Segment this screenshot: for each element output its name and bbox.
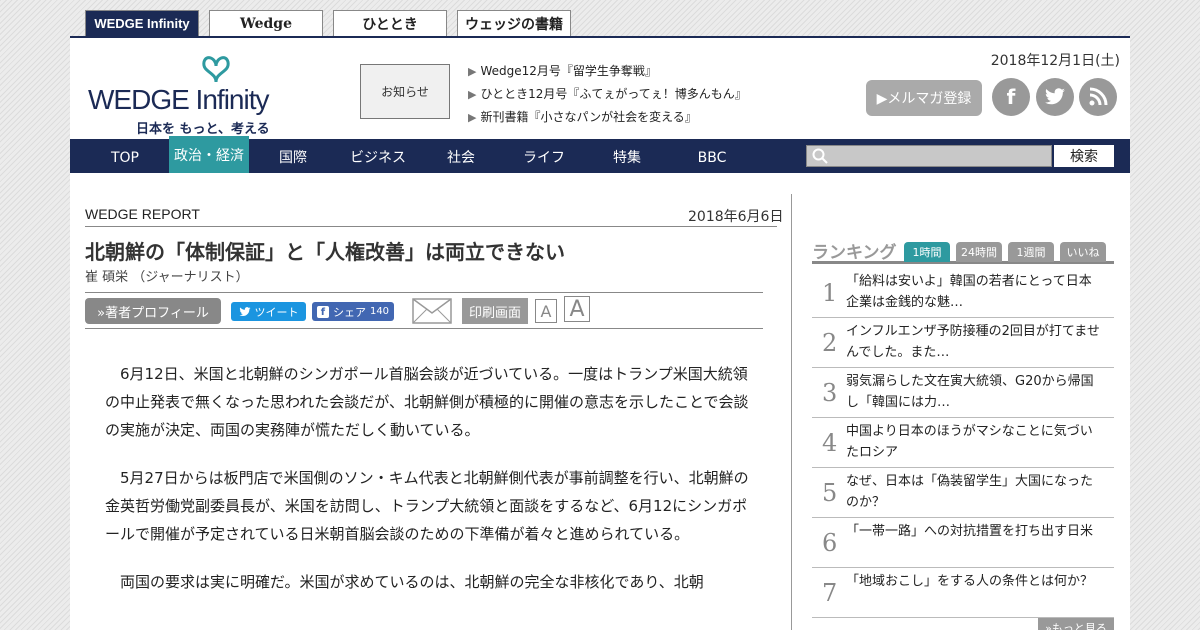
print-button[interactable]: 印刷画面 bbox=[462, 298, 528, 324]
ranking-item[interactable]: 2 インフルエンザ予防接種の2回目が打てませんでした。また… bbox=[812, 318, 1114, 368]
section-label[interactable]: WEDGE REPORT bbox=[85, 206, 200, 222]
search-button[interactable]: 検索 bbox=[1054, 145, 1114, 167]
tweet-label: ツイート bbox=[254, 305, 299, 319]
ranking-item[interactable]: 3 弱気漏らした文在寅大統領、G20から帰国し「韓国には力… bbox=[812, 368, 1114, 418]
facebook-icon: f bbox=[316, 305, 329, 318]
article-paragraph: 5月27日からは板門店で米国側のソン・キム代表と北朝鮮側代表が事前調整を行い、北… bbox=[105, 469, 749, 543]
rank-title: 中国より日本のほうがマシなことに気づいたロシア bbox=[846, 424, 1093, 460]
rank-number: 4 bbox=[822, 429, 838, 457]
font-size-small-button[interactable]: A bbox=[535, 299, 557, 323]
search-input[interactable] bbox=[806, 145, 1052, 167]
news-item[interactable]: ▶ ひととき12月号『ふてぇがってぇ！博多んもん』 bbox=[468, 83, 747, 106]
nav-top[interactable]: TOP bbox=[100, 139, 150, 173]
search-icon bbox=[812, 148, 828, 164]
rank-title: 「一帯一路」への対抗措置を打ち出す日米 bbox=[846, 524, 1094, 539]
rank-title: なぜ、日本は「偽装留学生」大国になったのか？ bbox=[846, 474, 1094, 510]
rank-number: 3 bbox=[822, 379, 838, 407]
author-profile-button[interactable]: »著者プロフィール bbox=[85, 298, 221, 324]
divider bbox=[85, 328, 763, 329]
ranking-more-button[interactable]: »もっと見る bbox=[1038, 618, 1114, 630]
tab-wedge[interactable]: Wedge bbox=[209, 10, 323, 36]
ranking-item[interactable]: 6 「一帯一路」への対抗措置を打ち出す日米 bbox=[812, 518, 1114, 568]
ranking-item[interactable]: 5 なぜ、日本は「偽装留学生」大国になったのか？ bbox=[812, 468, 1114, 518]
page: WEDGE Infinity 日本を もっと、考える お知らせ ▶ Wedge12… bbox=[70, 36, 1130, 630]
divider bbox=[85, 226, 777, 227]
rank-number: 6 bbox=[822, 529, 838, 557]
ranking-title: ランキング bbox=[812, 243, 897, 263]
nav-bbc[interactable]: BBC bbox=[687, 139, 737, 173]
rank-number: 5 bbox=[822, 479, 838, 507]
mail-icon[interactable] bbox=[412, 298, 452, 324]
news-item[interactable]: ▶ Wedge12月号『留学生争奪戦』 bbox=[468, 60, 747, 83]
site-logo[interactable]: WEDGE Infinity 日本を もっと、考える bbox=[88, 54, 318, 137]
article-date: 2018年6月6日 bbox=[688, 209, 784, 225]
nav-politics-economy[interactable]: 政治・経済 bbox=[169, 136, 249, 173]
ranking-item[interactable]: 1 「給料は安いよ」韓国の若者にとって日本企業は金銭的な魅… bbox=[812, 268, 1114, 318]
nav-life[interactable]: ライフ bbox=[514, 139, 574, 173]
rank-title: 「給料は安いよ」韓国の若者にとって日本企業は金銭的な魅… bbox=[846, 274, 1092, 310]
mailmag-button[interactable]: ▶メルマガ登録 bbox=[866, 80, 982, 116]
nav-features[interactable]: 特集 bbox=[602, 139, 652, 173]
rank-title: 「地域おこし」をする人の条件とは何か？ bbox=[846, 574, 1094, 589]
ranking-item[interactable]: 7 「地域おこし」をする人の条件とは何か？ bbox=[812, 568, 1114, 618]
ribbon-icon bbox=[202, 56, 230, 83]
triangle-icon: ▶ bbox=[468, 88, 477, 101]
rss-icon[interactable] bbox=[1079, 78, 1117, 116]
rank-title: インフルエンザ予防接種の2回目が打てませんでした。また… bbox=[846, 324, 1100, 360]
main-nav: TOP 政治・経済 国際 ビジネス 社会 ライフ 特集 BBC 検索 bbox=[70, 136, 1130, 173]
logo-tagline: 日本を もっと、考える bbox=[136, 122, 270, 137]
site-tabs: WEDGE Infinity Wedge ひととき ウェッジの書籍 bbox=[85, 10, 571, 36]
share-count: 140 bbox=[369, 306, 390, 317]
rank-number: 2 bbox=[822, 329, 838, 357]
article-paragraph: 両国の要求は実に明確だ。米国が求めているのは、北朝鮮の完全な非核化であり、北朝 bbox=[120, 573, 704, 591]
nav-society[interactable]: 社会 bbox=[436, 139, 486, 173]
logo-wordmark: WEDGE Infinity bbox=[88, 84, 269, 115]
article-author: 崔 碩栄 （ジャーナリスト） bbox=[85, 270, 249, 285]
tab-hitotoki[interactable]: ひととき bbox=[333, 10, 447, 36]
ranking-tab-1w[interactable]: 1週間 bbox=[1008, 242, 1054, 262]
divider bbox=[85, 292, 763, 293]
rank-title: 弱気漏らした文在寅大統領、G20から帰国し「韓国には力… bbox=[846, 374, 1094, 410]
news-list: ▶ Wedge12月号『留学生争奪戦』 ▶ ひととき12月号『ふてぇがってぇ！博多ん… bbox=[468, 60, 747, 129]
column-divider bbox=[791, 194, 792, 630]
rank-number: 1 bbox=[822, 279, 838, 307]
ranking-tab-likes[interactable]: いいね bbox=[1060, 242, 1106, 262]
tab-wedge-books[interactable]: ウェッジの書籍 bbox=[457, 10, 571, 36]
article-body: 6月12日、米国と北朝鮮のシンガポール首脳会談が近づいている。一度はトランプ米国… bbox=[105, 360, 751, 616]
ranking-header: ランキング 1時間 24時間 1週間 いいね bbox=[812, 238, 1114, 264]
ranking-item[interactable]: 4 中国より日本のほうがマシなことに気づいたロシア bbox=[812, 418, 1114, 468]
article-paragraph: 6月12日、米国と北朝鮮のシンガポール首脳会談が近づいている。一度はトランプ米国… bbox=[105, 365, 749, 439]
notice-button[interactable]: お知らせ bbox=[360, 64, 450, 119]
ranking-list: 1 「給料は安いよ」韓国の若者にとって日本企業は金銭的な魅… 2 インフルエンザ予防… bbox=[812, 268, 1114, 618]
share-label: シェア bbox=[332, 305, 366, 319]
facebook-share-button[interactable]: f シェア 140 bbox=[312, 302, 394, 321]
nav-business[interactable]: ビジネス bbox=[338, 139, 418, 173]
triangle-icon: ▶ bbox=[468, 65, 477, 78]
news-item-label: 新刊書籍『小さなパンが社会を変える』 bbox=[480, 110, 697, 124]
news-item-label: ひととき12月号『ふてぇがってぇ！博多んもん』 bbox=[480, 87, 747, 101]
rank-number: 7 bbox=[822, 579, 838, 607]
news-item-label: Wedge12月号『留学生争奪戦』 bbox=[480, 64, 657, 78]
ranking-tab-1h[interactable]: 1時間 bbox=[904, 242, 950, 262]
current-date: 2018年12月1日(土) bbox=[990, 53, 1120, 69]
tweet-button[interactable]: ツイート bbox=[231, 302, 306, 321]
facebook-icon[interactable]: f bbox=[992, 78, 1030, 116]
twitter-icon[interactable] bbox=[1036, 78, 1074, 116]
font-size-large-button[interactable]: A bbox=[564, 296, 590, 322]
tab-wedge-infinity[interactable]: WEDGE Infinity bbox=[85, 10, 199, 36]
nav-international[interactable]: 国際 bbox=[268, 139, 318, 173]
article-title: 北朝鮮の「体制保証」と「人権改善」は両立できない bbox=[85, 240, 565, 264]
triangle-icon: ▶ bbox=[468, 111, 477, 124]
twitter-icon bbox=[239, 306, 250, 316]
news-item[interactable]: ▶ 新刊書籍『小さなパンが社会を変える』 bbox=[468, 106, 747, 129]
ranking-tab-24h[interactable]: 24時間 bbox=[956, 242, 1002, 262]
